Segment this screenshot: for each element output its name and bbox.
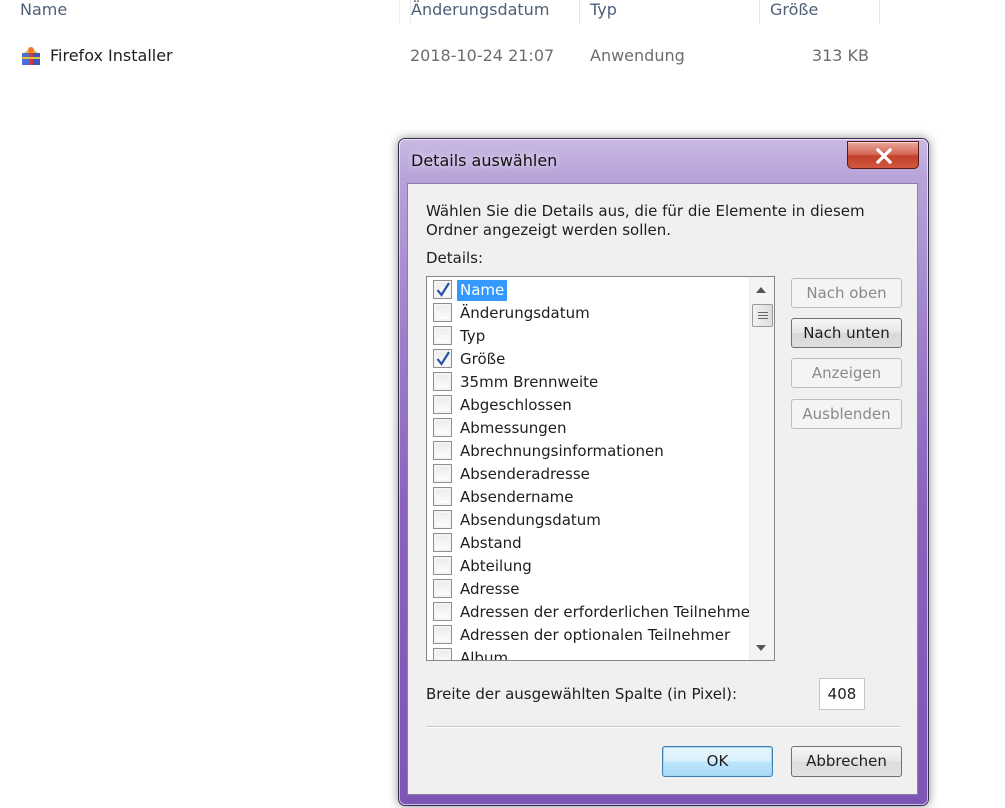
detail-checkbox[interactable]: [433, 464, 452, 483]
file-row[interactable]: Firefox Installer 2018-10-24 21:07 Anwen…: [0, 40, 1005, 72]
close-button[interactable]: [847, 141, 919, 169]
detail-checkbox[interactable]: [433, 487, 452, 506]
column-header-row: Name Änderungsdatum Typ Größe: [0, 0, 1005, 24]
list-item[interactable]: Name: [431, 279, 751, 302]
ok-button[interactable]: OK: [662, 746, 773, 777]
detail-label: Adressen der erforderlichen Teilnehmer: [460, 603, 757, 621]
detail-checkbox[interactable]: [433, 326, 452, 345]
detail-label: Typ: [460, 327, 486, 345]
scroll-thumb[interactable]: [752, 304, 773, 327]
list-item[interactable]: Absenderadresse: [431, 463, 751, 486]
detail-label: Absendername: [460, 488, 574, 506]
cancel-button[interactable]: Abbrechen: [791, 746, 902, 777]
list-item[interactable]: Abteilung: [431, 555, 751, 578]
detail-label: Größe: [460, 350, 506, 368]
detail-label: Abgeschlossen: [460, 396, 572, 414]
file-size: 313 KB: [811, 46, 869, 65]
list-item[interactable]: Adressen der optionalen Teilnehmer: [431, 624, 751, 647]
detail-label: Absendungsdatum: [460, 511, 601, 529]
detail-checkbox[interactable]: [433, 602, 452, 621]
file-name: Firefox Installer: [50, 46, 173, 65]
column-header-size[interactable]: Größe: [770, 0, 880, 24]
detail-checkbox[interactable]: [433, 303, 452, 322]
detail-label: Abstand: [460, 534, 522, 552]
details-list[interactable]: Name Änderungsdatum Typ Größe 35mm Brennweit…: [426, 276, 775, 661]
list-item[interactable]: Abrechnungsinformationen: [431, 440, 751, 463]
detail-checkbox[interactable]: [433, 372, 452, 391]
detail-label: Abrechnungsinformationen: [460, 442, 664, 460]
list-item[interactable]: Album: [431, 647, 751, 661]
checkmark-icon: [436, 351, 450, 366]
checkmark-icon: [436, 282, 450, 297]
column-width-input[interactable]: 408: [819, 678, 865, 710]
list-item[interactable]: Absendungsdatum: [431, 509, 751, 532]
detail-checkbox[interactable]: [433, 579, 452, 598]
detail-label: Adresse: [460, 580, 520, 598]
detail-checkbox[interactable]: [433, 533, 452, 552]
list-item[interactable]: Änderungsdatum: [431, 302, 751, 325]
column-header-date[interactable]: Änderungsdatum: [410, 0, 580, 24]
list-item[interactable]: Abstand: [431, 532, 751, 555]
detail-label: 35mm Brennweite: [460, 373, 599, 391]
list-item[interactable]: Absendername: [431, 486, 751, 509]
divider: [426, 726, 900, 728]
list-item[interactable]: Abgeschlossen: [431, 394, 751, 417]
file-type: Anwendung: [590, 46, 685, 65]
list-item[interactable]: Adresse: [431, 578, 751, 601]
close-icon: [875, 148, 893, 164]
grip-line: [758, 315, 768, 316]
grip-line: [758, 318, 768, 319]
detail-checkbox[interactable]: [433, 280, 452, 299]
detail-checkbox[interactable]: [433, 441, 452, 460]
detail-checkbox[interactable]: [433, 625, 452, 644]
firefox-installer-icon: [20, 44, 42, 66]
grip-line: [758, 312, 768, 313]
list-item[interactable]: 35mm Brennweite: [431, 371, 751, 394]
detail-checkbox[interactable]: [433, 349, 452, 368]
list-item[interactable]: Adressen der erforderlichen Teilnehmer: [431, 601, 756, 624]
scroll-up-arrow-icon[interactable]: [756, 287, 766, 293]
detail-label: Änderungsdatum: [460, 304, 590, 322]
detail-checkbox[interactable]: [433, 395, 452, 414]
detail-label: Name: [457, 280, 508, 301]
move-up-button[interactable]: Nach oben: [791, 278, 902, 308]
detail-checkbox[interactable]: [433, 418, 452, 437]
detail-label: Adressen der optionalen Teilnehmer: [460, 626, 731, 644]
list-item[interactable]: Größe: [431, 348, 751, 371]
vertical-scrollbar[interactable]: [749, 277, 774, 660]
details-label: Details:: [426, 249, 484, 267]
column-header-name[interactable]: Name: [20, 0, 400, 24]
move-down-button[interactable]: Nach unten: [791, 318, 902, 348]
detail-label: Absenderadresse: [460, 465, 590, 483]
detail-label: Album: [460, 649, 509, 661]
scroll-down-arrow-icon[interactable]: [756, 645, 766, 651]
detail-label: Abteilung: [460, 557, 532, 575]
list-item[interactable]: Abmessungen: [431, 417, 751, 440]
dialog-title: Details auswählen: [411, 151, 558, 170]
column-header-type[interactable]: Typ: [590, 0, 760, 24]
detail-label: Abmessungen: [460, 419, 567, 437]
detail-checkbox[interactable]: [433, 648, 452, 660]
list-item[interactable]: Typ: [431, 325, 751, 348]
choose-details-dialog: Details auswählen Wählen Sie die Details…: [398, 138, 929, 806]
hide-button[interactable]: Ausblenden: [791, 399, 902, 429]
dialog-client-area: Wählen Sie die Details aus, die für die …: [407, 183, 918, 795]
detail-checkbox[interactable]: [433, 556, 452, 575]
detail-checkbox[interactable]: [433, 510, 452, 529]
file-date: 2018-10-24 21:07: [410, 46, 555, 65]
show-button[interactable]: Anzeigen: [791, 358, 902, 388]
instruction-text: Wählen Sie die Details aus, die für die …: [426, 202, 865, 239]
column-width-label: Breite der ausgewählten Spalte (in Pixel…: [426, 685, 738, 703]
